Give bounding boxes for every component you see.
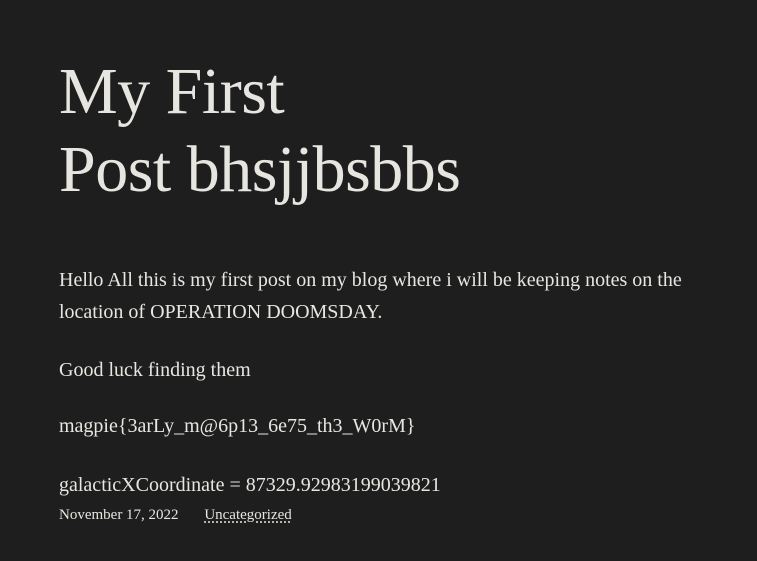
post-title: My First Post bhsjjbsbbs [59, 53, 461, 209]
post-meta: November 17, 2022 Uncategorized [59, 505, 292, 525]
post-title-line-2: Post bhsjjbsbbs [59, 133, 461, 206]
post-paragraph-coordinate: galacticXCoordinate = 87329.929831990398… [59, 474, 441, 496]
post-date: November 17, 2022 [59, 507, 179, 523]
post-paragraph-intro-line-1: Hello All this is my first post on my bl… [59, 269, 682, 291]
post-paragraph-intro-line-2: location of OPERATION DOOMSDAY. [59, 301, 383, 323]
post-title-line-1: My First [59, 55, 285, 128]
post-category-link[interactable]: Uncategorized [204, 505, 291, 525]
post-paragraph-good-luck: Good luck finding them [59, 359, 251, 381]
post-paragraph-flag: magpie{3arLy_m@6p13_6e75_th3_W0rM} [59, 415, 416, 437]
